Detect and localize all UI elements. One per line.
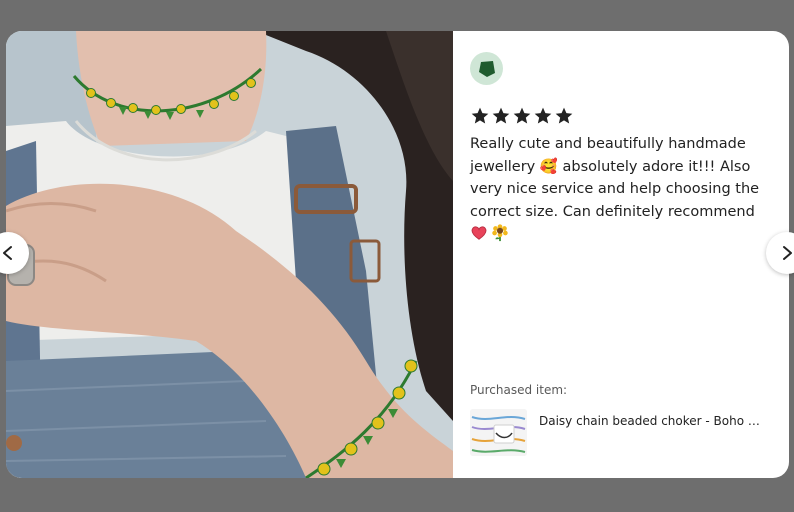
star-rating: [470, 106, 772, 126]
purchased-item-thumbnail[interactable]: [470, 409, 527, 456]
star-icon: [492, 107, 510, 124]
sunflower-icon: [492, 224, 508, 242]
heart-icon: [471, 226, 487, 240]
star-icon: [555, 107, 573, 124]
purchased-item-title[interactable]: Daisy chain beaded choker - Boho mul...: [539, 414, 770, 428]
chevron-right-icon: [783, 246, 792, 260]
review-photo: [6, 31, 453, 478]
purchased-item-section: Purchased item: Daisy chain beaded choke…: [470, 383, 770, 456]
shop-logo-icon: [478, 60, 495, 77]
star-icon: [471, 107, 489, 124]
review-emojis: [470, 224, 772, 242]
chevron-left-icon: [3, 246, 12, 260]
review-details: Really cute and beautifully handmade jew…: [453, 31, 789, 478]
purchased-item-link[interactable]: Daisy chain beaded choker - Boho mul...: [470, 409, 770, 456]
star-icon: [534, 107, 552, 124]
review-photo-modal: Really cute and beautifully handmade jew…: [6, 31, 789, 478]
star-icon: [513, 107, 531, 124]
review-text: Really cute and beautifully handmade jew…: [470, 136, 760, 220]
shop-avatar[interactable]: [470, 52, 503, 85]
choker-thumbnail-image: [470, 409, 527, 456]
review-photo-image: [6, 31, 453, 478]
purchased-label: Purchased item:: [470, 383, 568, 397]
